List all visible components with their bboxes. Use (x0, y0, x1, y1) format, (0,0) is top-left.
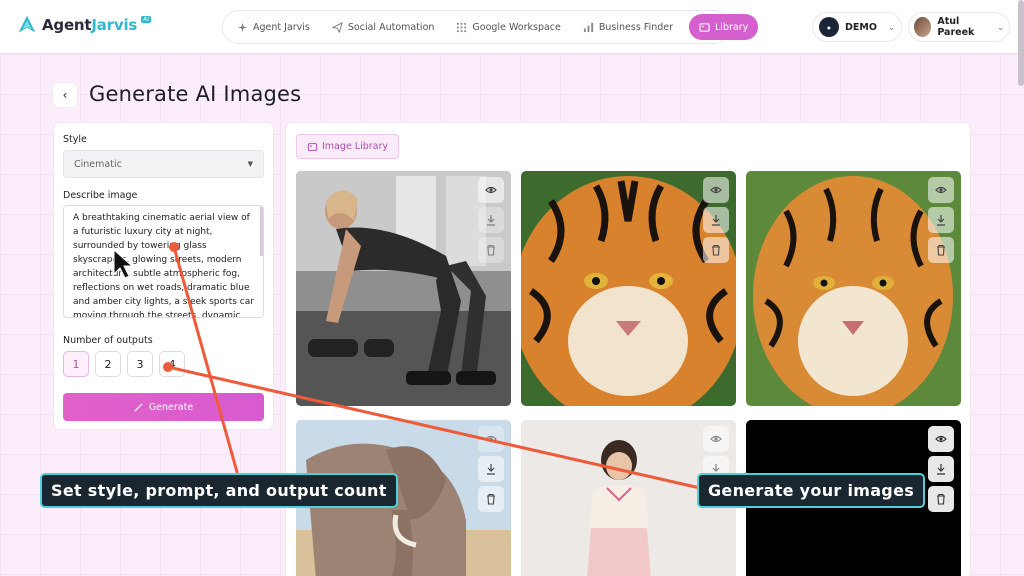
nav-label: Agent Jarvis (253, 21, 310, 33)
nav-library[interactable]: Library (689, 14, 759, 40)
outputs-selector: 1 2 3 4 (63, 351, 185, 377)
image-icon (307, 142, 318, 151)
delete-button[interactable] (478, 237, 504, 263)
eye-icon (710, 186, 722, 194)
image-library-button[interactable]: Image Library (296, 134, 399, 159)
eye-icon (935, 186, 947, 194)
nav-label: Google Workspace (472, 21, 561, 33)
eye-icon (485, 435, 497, 443)
output-option-4[interactable]: 4 (159, 351, 185, 377)
image-actions (703, 177, 729, 263)
style-select[interactable]: Cinematic ▼ (63, 150, 264, 178)
download-icon (937, 215, 945, 226)
caret-down-icon: ▼ (247, 160, 253, 168)
view-button[interactable] (928, 426, 954, 452)
image-icon (699, 22, 710, 32)
workspace-switcher[interactable]: ● DEMO ⌄ (812, 12, 902, 42)
nav-label: Business Finder (598, 21, 674, 33)
workspace-avatar: ● (819, 17, 839, 37)
eye-icon (710, 435, 722, 443)
view-button[interactable] (703, 177, 729, 203)
delete-button[interactable] (703, 237, 729, 263)
chevron-down-icon: ⌄ (997, 22, 1004, 32)
trash-icon (937, 244, 945, 256)
download-button[interactable] (478, 456, 504, 482)
workspace-name: DEMO (845, 21, 877, 33)
style-label: Style (63, 134, 87, 145)
top-header: AgentJarvis AI Agent Jarvis Social Autom… (0, 0, 1024, 86)
image-tile-tiger-2[interactable] (746, 171, 961, 406)
avatar (914, 17, 932, 37)
send-icon (331, 21, 343, 33)
generate-label: Generate (148, 401, 194, 413)
bar-chart-icon (583, 22, 593, 32)
chevron-left-icon: ‹ (62, 88, 68, 102)
generation-form: Style Cinematic ▼ Describe image A breat… (53, 122, 274, 430)
image-actions (478, 177, 504, 263)
nav-social-automation[interactable]: Social Automation (322, 14, 445, 40)
download-icon (937, 464, 945, 475)
output-option-3[interactable]: 3 (127, 351, 153, 377)
trash-icon (487, 493, 495, 505)
page-title: Generate AI Images (89, 82, 302, 106)
logo-icon (18, 15, 36, 33)
user-menu[interactable]: Atul Pareek ⌄ (908, 12, 1010, 42)
user-name: Atul Pareek (937, 16, 975, 38)
back-button[interactable]: ‹ (52, 82, 78, 108)
trash-icon (937, 493, 945, 505)
trash-icon (712, 244, 720, 256)
describe-label: Describe image (63, 190, 138, 201)
delete-button[interactable] (478, 486, 504, 512)
magic-wand-icon (134, 402, 143, 412)
image-actions (928, 177, 954, 263)
brand-name: AgentJarvis (42, 16, 138, 34)
page-scrollbar[interactable] (1018, 0, 1024, 86)
delete-button[interactable] (928, 486, 954, 512)
grid-icon (457, 22, 467, 32)
download-button[interactable] (928, 456, 954, 482)
download-icon (712, 215, 720, 226)
eye-icon (485, 186, 497, 194)
sparkle-icon (237, 22, 248, 32)
prompt-textarea[interactable]: A breathtaking cinematic aerial view of … (63, 205, 264, 318)
library-button-label: Image Library (322, 141, 388, 152)
callout-right: Generate your images (697, 473, 926, 508)
output-option-1[interactable]: 1 (63, 351, 89, 377)
view-button[interactable] (478, 426, 504, 452)
download-icon (487, 464, 495, 475)
view-button[interactable] (703, 426, 729, 452)
generate-button[interactable]: Generate (63, 393, 264, 421)
main-nav: Agent Jarvis Social Automation Google Wo… (222, 10, 759, 44)
style-value: Cinematic (74, 158, 122, 170)
chevron-down-icon: ⌄ (888, 22, 895, 32)
nav-google-workspace[interactable]: Google Workspace (446, 14, 570, 40)
download-icon (487, 215, 495, 226)
brand-tag: AI (141, 15, 151, 23)
image-actions (478, 426, 504, 512)
view-button[interactable] (478, 177, 504, 203)
download-button[interactable] (928, 207, 954, 233)
outputs-label: Number of outputs (63, 335, 153, 346)
nav-agent-jarvis[interactable]: Agent Jarvis (227, 14, 320, 40)
image-tile-gym-woman[interactable] (296, 171, 511, 406)
delete-button[interactable] (928, 237, 954, 263)
nav-label: Library (715, 21, 749, 33)
brand-logo[interactable]: AgentJarvis AI (16, 14, 151, 36)
download-button[interactable] (703, 207, 729, 233)
view-button[interactable] (928, 177, 954, 203)
output-option-2[interactable]: 2 (95, 351, 121, 377)
callout-left: Set style, prompt, and output count (40, 473, 398, 508)
nav-business-finder[interactable]: Business Finder (573, 14, 683, 40)
nav-label: Social Automation (347, 21, 435, 33)
eye-icon (935, 435, 947, 443)
image-actions (928, 426, 954, 512)
trash-icon (487, 244, 495, 256)
download-button[interactable] (478, 207, 504, 233)
image-tile-tiger-1[interactable] (521, 171, 736, 406)
